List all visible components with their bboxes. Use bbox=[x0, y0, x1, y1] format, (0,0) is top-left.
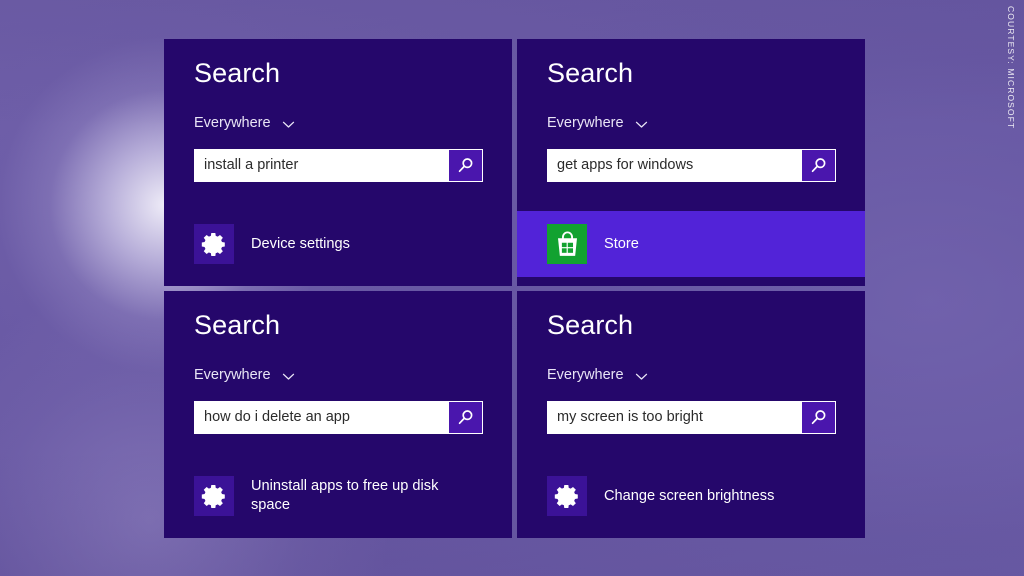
search-result-item[interactable]: Uninstall apps to free up disk space bbox=[164, 463, 512, 529]
search-scope-label: Everywhere bbox=[547, 115, 624, 131]
search-panel: Search Everywhere how do i delete an app Un… bbox=[164, 291, 512, 538]
search-result-label: Store bbox=[604, 235, 639, 252]
search-result-item[interactable]: Device settings bbox=[164, 211, 512, 277]
search-result-item[interactable]: Store bbox=[517, 211, 865, 277]
gear-icon bbox=[194, 476, 234, 516]
search-panel: Search Everywhere get apps for windows Stor… bbox=[517, 39, 865, 286]
search-input[interactable]: install a printer bbox=[194, 149, 449, 182]
search-panel-grid: Search Everywhere install a printer Device … bbox=[164, 39, 865, 541]
search-panel-body: Search Everywhere get apps for windows Stor… bbox=[517, 39, 865, 286]
gear-icon bbox=[194, 224, 234, 264]
search-input[interactable]: get apps for windows bbox=[547, 149, 802, 182]
search-panel-body: Search Everywhere install a printer Device … bbox=[164, 39, 512, 286]
search-submit-button[interactable] bbox=[802, 401, 836, 434]
search-submit-button[interactable] bbox=[802, 149, 836, 182]
chevron-down-icon[interactable] bbox=[635, 370, 648, 383]
search-box: get apps for windows bbox=[547, 149, 836, 182]
search-result-label: Uninstall apps to free up disk space bbox=[251, 478, 439, 513]
search-box: my screen is too bright bbox=[547, 401, 836, 434]
search-heading: Search bbox=[547, 58, 634, 88]
search-heading: Search bbox=[194, 58, 281, 88]
search-result-label: Change screen brightness bbox=[604, 487, 775, 504]
search-scope-label: Everywhere bbox=[194, 367, 271, 383]
search-input[interactable]: my screen is too bright bbox=[547, 401, 802, 434]
search-scope-dropdown[interactable]: Everywhere bbox=[194, 365, 295, 385]
search-submit-button[interactable] bbox=[449, 401, 483, 434]
search-box: how do i delete an app bbox=[194, 401, 483, 434]
search-heading: Search bbox=[547, 310, 634, 340]
search-scope-label: Everywhere bbox=[547, 367, 624, 383]
search-icon bbox=[456, 408, 475, 427]
search-box: install a printer bbox=[194, 149, 483, 182]
search-panel-body: Search Everywhere my screen is too bright C… bbox=[517, 291, 865, 538]
windows-store-icon bbox=[547, 224, 587, 264]
courtesy-watermark: COURTESY: MICROSOFT bbox=[1006, 6, 1016, 130]
search-input[interactable]: how do i delete an app bbox=[194, 401, 449, 434]
search-icon bbox=[456, 156, 475, 175]
chevron-down-icon[interactable] bbox=[282, 118, 295, 131]
search-heading: Search bbox=[194, 310, 281, 340]
search-scope-dropdown[interactable]: Everywhere bbox=[547, 365, 648, 385]
search-scope-dropdown[interactable]: Everywhere bbox=[194, 113, 295, 133]
chevron-down-icon[interactable] bbox=[635, 118, 648, 131]
search-scope-label: Everywhere bbox=[194, 115, 271, 131]
gear-icon bbox=[547, 476, 587, 516]
search-icon bbox=[809, 156, 828, 175]
search-icon bbox=[809, 408, 828, 427]
search-scope-dropdown[interactable]: Everywhere bbox=[547, 113, 648, 133]
search-panel-body: Search Everywhere how do i delete an app Un… bbox=[164, 291, 512, 538]
search-panel: Search Everywhere install a printer Device … bbox=[164, 39, 512, 286]
search-panel: Search Everywhere my screen is too bright C… bbox=[517, 291, 865, 538]
chevron-down-icon[interactable] bbox=[282, 370, 295, 383]
search-submit-button[interactable] bbox=[449, 149, 483, 182]
search-result-label: Device settings bbox=[251, 235, 350, 252]
search-result-item[interactable]: Change screen brightness bbox=[517, 463, 865, 529]
